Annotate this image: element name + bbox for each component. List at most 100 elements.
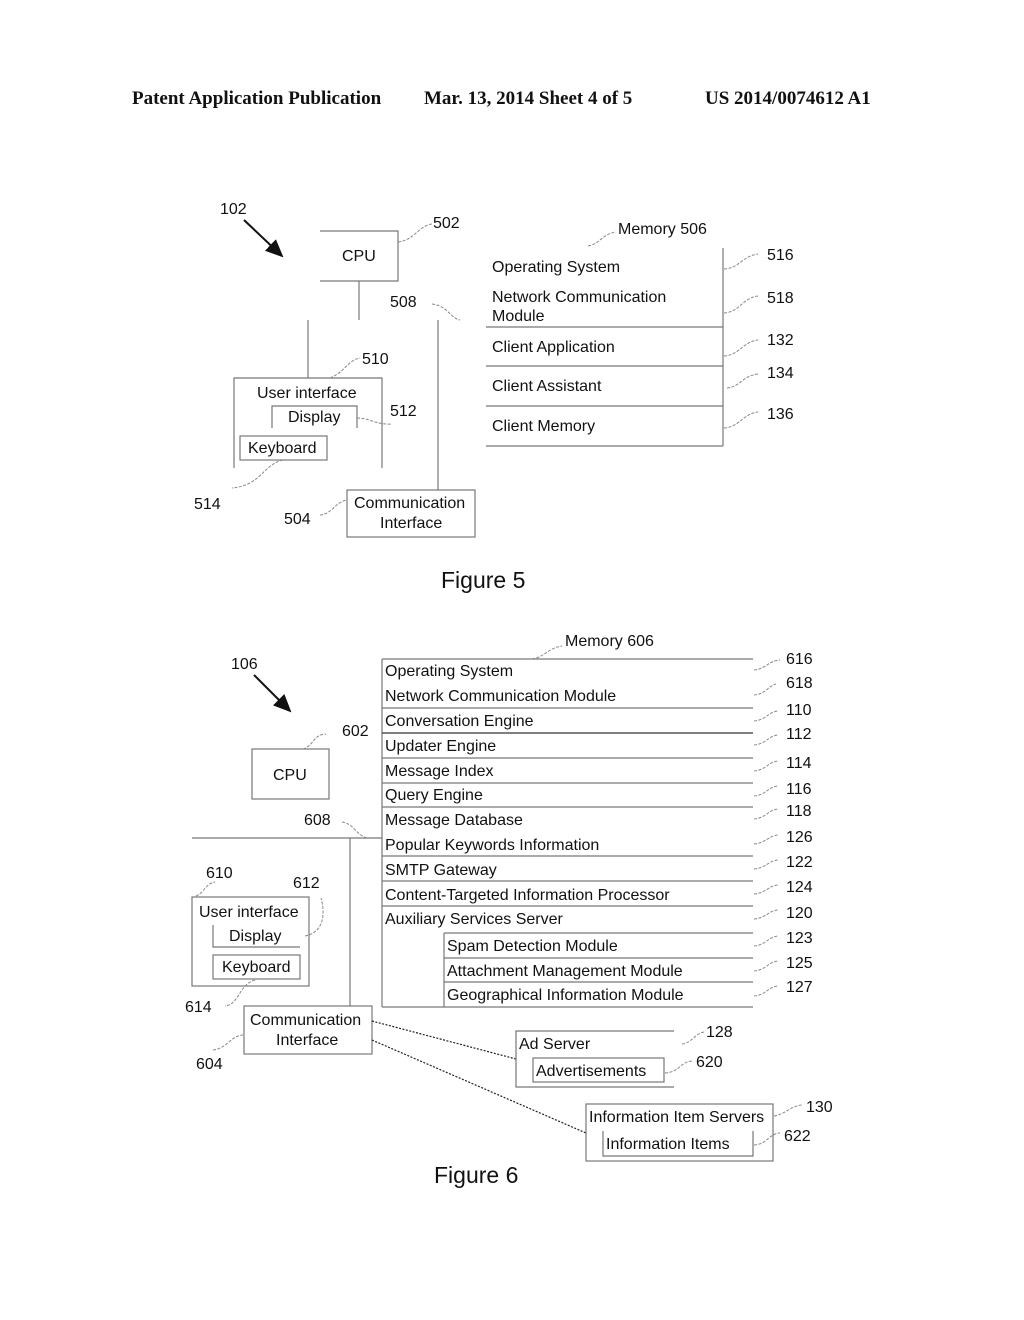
memory-row-label: Conversation Engine <box>385 713 534 730</box>
comm-interface-line1: Communication <box>354 495 465 512</box>
memory-606-refs: 616 618 110 112 114 116 118 126 122 124 … <box>753 651 813 997</box>
ref-508: 508 <box>390 294 417 311</box>
ref-510: 510 <box>362 351 389 368</box>
leader-620 <box>664 1060 693 1074</box>
leader-612 <box>304 897 324 937</box>
ref-618: 618 <box>786 675 813 692</box>
ref-608: 608 <box>304 812 331 829</box>
memory-row-label: Client Assistant <box>492 378 602 395</box>
leader-604 <box>212 1034 244 1051</box>
ad-server-box: Ad Server Advertisements <box>515 1030 674 1088</box>
leader-514 <box>231 459 284 489</box>
ref-128: 128 <box>706 1024 733 1041</box>
leader-510 <box>329 357 361 379</box>
memory-row-label: SMTP Gateway <box>385 862 497 879</box>
ref-504: 504 <box>284 511 311 528</box>
memory-506-table: Operating System Network Communication M… <box>486 248 724 447</box>
figure-5: 102 CPU 502 508 User interface Display K… <box>194 201 794 593</box>
info-servers-box: Information Item Servers Information Ite… <box>585 1103 774 1162</box>
ref-612: 612 <box>293 875 320 892</box>
ref-134: 134 <box>767 365 794 382</box>
ref-132: 132 <box>767 332 794 349</box>
leader-128 <box>681 1031 705 1045</box>
ref-620: 620 <box>696 1054 723 1071</box>
figure-6-caption: Figure 6 <box>434 1162 518 1188</box>
ref-125: 125 <box>786 955 813 972</box>
figure-6: 106 CPU 602 608 User interface Display K… <box>185 633 833 1188</box>
memory-row-label: Message Database <box>385 812 523 829</box>
ref-514: 514 <box>194 496 221 513</box>
device-arrow-icon <box>243 219 284 258</box>
leader-614 <box>224 979 256 1007</box>
memory-row-label: Auxiliary Services Server <box>385 911 564 928</box>
ref-123: 123 <box>786 930 813 947</box>
leader-130 <box>773 1104 803 1117</box>
ref-110: 110 <box>786 702 812 719</box>
memory-row-label: Client Application <box>492 339 615 356</box>
ref-602: 602 <box>342 723 369 740</box>
memory-row-label: Operating System <box>385 663 513 680</box>
ref-122: 122 <box>786 854 813 871</box>
ref-516: 516 <box>767 247 794 264</box>
leader-602 <box>302 733 327 750</box>
user-interface-box: User interface Display Keyboard <box>233 377 383 468</box>
info-servers-label: Information Item Servers <box>589 1109 764 1126</box>
cpu-box: CPU <box>251 748 330 800</box>
device-arrow-icon <box>253 674 292 713</box>
user-interface-box: User interface Display Keyboard <box>191 896 310 987</box>
memory-row-label: Query Engine <box>385 787 483 804</box>
leader-502 <box>397 223 433 243</box>
ref-126: 126 <box>786 829 813 846</box>
leader-512 <box>356 417 393 425</box>
ad-server-label: Ad Server <box>519 1036 591 1053</box>
ad-server-link <box>371 1020 517 1060</box>
user-interface-label: User interface <box>199 904 299 921</box>
ref-136: 136 <box>767 406 794 423</box>
memory-row-label: Updater Engine <box>385 738 496 755</box>
ref-614: 614 <box>185 999 212 1016</box>
leader-508 <box>431 303 461 321</box>
advertisements-label: Advertisements <box>536 1063 646 1080</box>
cpu-label: CPU <box>273 767 307 784</box>
memory-row-label-cont: Module <box>492 308 545 325</box>
memory-row-label: Client Memory <box>492 418 595 435</box>
comm-interface-line2: Interface <box>380 515 442 532</box>
patent-drawing: 102 CPU 502 508 User interface Display K… <box>185 201 833 1188</box>
leader-608 <box>341 821 369 839</box>
ref-622: 622 <box>784 1128 811 1145</box>
memory-subrow-label: Spam Detection Module <box>447 938 618 955</box>
memory-row-label: Popular Keywords Information <box>385 837 599 854</box>
memory-subrow-label: Geographical Information Module <box>447 987 684 1004</box>
display-label: Display <box>288 409 340 426</box>
ref-512: 512 <box>390 403 417 420</box>
ref-112: 112 <box>786 726 812 743</box>
ref-130: 130 <box>806 1099 833 1116</box>
memory-606-label: Memory 606 <box>565 633 654 650</box>
memory-row-label: Message Index <box>385 763 494 780</box>
comm-interface-box: Communication Interface <box>243 1005 373 1055</box>
figure-5-caption: Figure 5 <box>441 567 525 593</box>
ref-127: 127 <box>786 979 813 996</box>
leader-610 <box>195 881 216 897</box>
memory-row-label: Network Communication <box>492 289 666 306</box>
ref-604: 604 <box>196 1056 223 1073</box>
ref-device-106: 106 <box>231 656 258 673</box>
leader-504 <box>319 499 348 516</box>
ref-616: 616 <box>786 651 813 668</box>
comm-interface-line1: Communication <box>250 1012 361 1029</box>
ref-116: 116 <box>786 781 812 798</box>
ref-114: 114 <box>786 755 812 772</box>
memory-row-label: Network Communication Module <box>385 688 616 705</box>
leader-memory-506 <box>587 231 617 247</box>
keyboard-label: Keyboard <box>222 959 291 976</box>
leader-622 <box>753 1132 781 1146</box>
cpu-box: CPU <box>320 230 399 282</box>
ref-device-102: 102 <box>220 201 247 218</box>
ref-124: 124 <box>786 879 813 896</box>
leader-memory-606 <box>531 645 563 660</box>
memory-subrow-label: Attachment Management Module <box>447 963 683 980</box>
ref-120: 120 <box>786 905 813 922</box>
display-label: Display <box>229 928 281 945</box>
ref-118: 118 <box>786 803 812 820</box>
ref-610: 610 <box>206 865 233 882</box>
